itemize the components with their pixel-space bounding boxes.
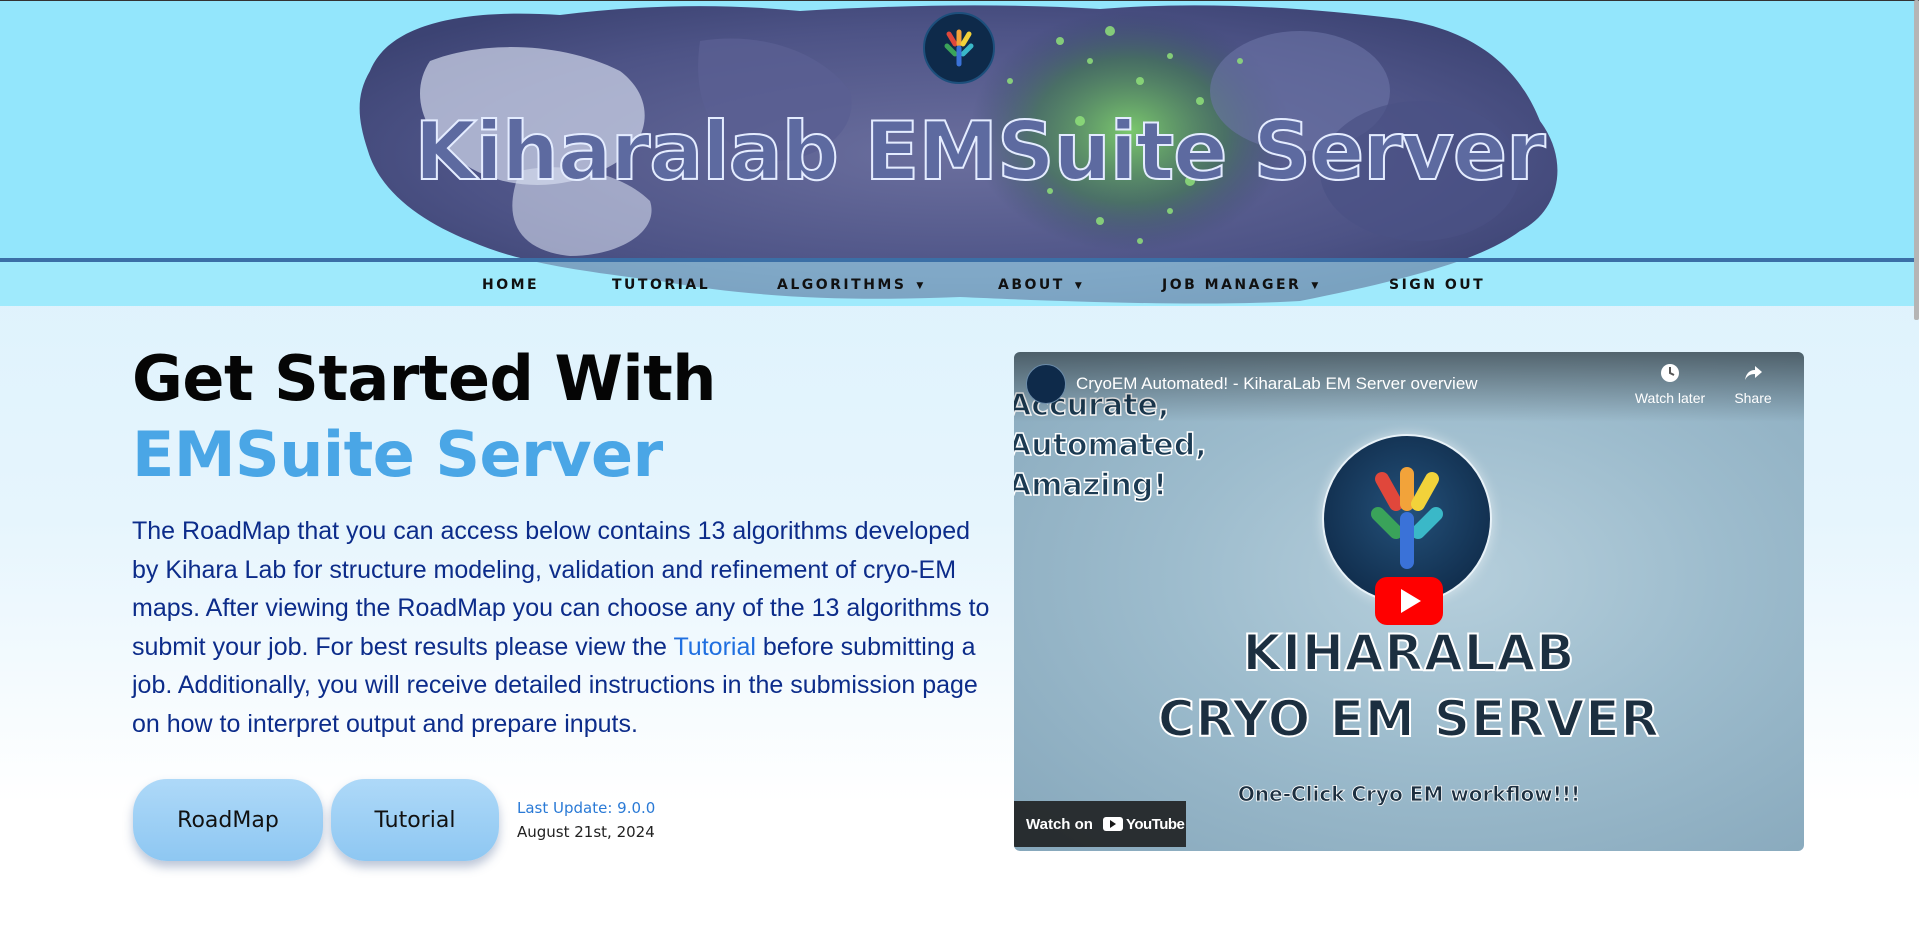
caret-down-icon: ▼ <box>1311 281 1321 291</box>
hero-description: The RoadMap that you can access below co… <box>132 512 992 743</box>
tutorial-button[interactable]: Tutorial <box>331 779 499 861</box>
hero-title-line1: Get Started With <box>132 342 716 415</box>
play-button[interactable] <box>1375 577 1443 625</box>
clock-icon <box>1630 362 1710 384</box>
share-arrow-icon <box>1713 362 1793 384</box>
site-header: Kiharalab EMSuite Server HOME TUTORIAL A… <box>0 0 1919 306</box>
video-title[interactable]: CryoEM Automated! - KiharaLab EM Server … <box>1076 374 1478 394</box>
last-update-label: Last Update: 9.0.0 <box>517 799 656 817</box>
nav-item-tutorial[interactable]: TUTORIAL <box>612 277 710 293</box>
video-headline-2: CRYO EM SERVER <box>1157 689 1661 749</box>
nav-item-sign-out[interactable]: SIGN OUT <box>1389 277 1485 293</box>
youtube-logo: YouTube <box>1102 815 1185 833</box>
youtube-wordmark: YouTube <box>1125 815 1185 833</box>
nav-item-job-manager[interactable]: JOB MANAGER ▼ <box>1162 277 1321 293</box>
nav-item-label: ABOUT <box>998 277 1065 293</box>
video-headline-1: KIHARALAB <box>1242 623 1576 683</box>
nav-item-label: ALGORITHMS <box>777 277 907 293</box>
tutorial-inline-link[interactable]: Tutorial <box>673 633 755 661</box>
watch-later-label: Watch later <box>1634 390 1706 406</box>
watch-on-youtube-button[interactable]: Watch on YouTube <box>1014 801 1186 847</box>
nav-item-label: JOB MANAGER <box>1162 277 1302 293</box>
youtube-play-icon <box>1102 817 1123 831</box>
youtube-video-embed[interactable]: Accurate, Automated, Amazing! KIHARALAB … <box>1014 352 1804 851</box>
hero-title-line2: EMSuite Server <box>132 418 663 491</box>
tree-network-logo-icon <box>1371 467 1443 569</box>
last-update-date: August 21st, 2024 <box>517 823 655 841</box>
nav-item-algorithms[interactable]: ALGORITHMS ▼ <box>777 277 926 293</box>
share-label: Share <box>1734 390 1772 406</box>
watch-later-button[interactable]: Watch later <box>1630 362 1710 406</box>
nav-item-label: SIGN OUT <box>1389 277 1486 293</box>
tree-network-logo-icon <box>944 29 974 67</box>
page-scrollbar[interactable] <box>1914 0 1919 320</box>
nav-item-label: TUTORIAL <box>612 277 711 293</box>
roadmap-button[interactable]: RoadMap <box>133 779 323 861</box>
caret-down-icon: ▼ <box>1074 281 1085 291</box>
site-title: Kiharalab EMSuite Server <box>413 104 1546 199</box>
nav-item-label: HOME <box>482 277 540 293</box>
site-logo[interactable] <box>923 12 995 84</box>
main-nav: HOME TUTORIAL ALGORITHMS ▼ ABOUT ▼ JOB MAN… <box>0 262 1919 306</box>
caret-down-icon: ▼ <box>916 281 926 291</box>
nav-item-about[interactable]: ABOUT ▼ <box>998 277 1084 293</box>
play-icon <box>1401 589 1421 613</box>
watch-on-label: Watch on <box>1026 815 1093 833</box>
channel-avatar[interactable] <box>1026 364 1066 404</box>
share-button[interactable]: Share <box>1713 362 1793 406</box>
nav-item-home[interactable]: HOME <box>482 277 539 293</box>
